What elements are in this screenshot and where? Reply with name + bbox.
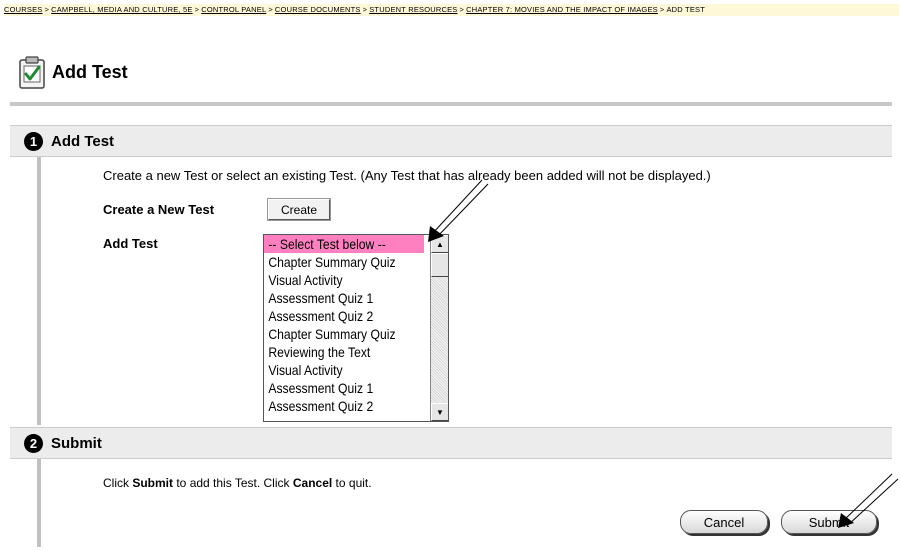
breadcrumb-separator: > <box>362 5 368 14</box>
submit-text-pre: Click <box>103 476 133 490</box>
checklist-icon <box>19 56 45 89</box>
test-option[interactable]: Chapter Summary Quiz <box>264 325 424 343</box>
breadcrumb-student-resources[interactable]: STUDENT RESOURCES <box>369 5 457 14</box>
breadcrumb-courses[interactable]: COURSES <box>4 5 43 14</box>
scroll-down-icon[interactable]: ▼ <box>431 403 448 421</box>
test-option[interactable]: Reviewing the Text <box>264 343 424 361</box>
test-select-list[interactable]: -- Select Test below -- Chapter Summary … <box>263 234 449 422</box>
submit-instructions: Click Submit to add this Test. Click Can… <box>103 476 372 490</box>
breadcrumb-course[interactable]: CAMPBELL, MEDIA AND CULTURE, 5E <box>51 5 193 14</box>
page-header: Add Test <box>18 54 128 90</box>
create-button[interactable]: Create <box>268 199 330 220</box>
section-2-rule <box>37 459 41 547</box>
test-option[interactable]: Visual Activity <box>264 271 424 289</box>
breadcrumb: COURSES > CAMPBELL, MEDIA AND CULTURE, 5E >… <box>4 4 899 16</box>
breadcrumb-control-panel[interactable]: CONTROL PANEL <box>201 5 266 14</box>
breadcrumb-current: ADD TEST <box>666 5 706 14</box>
test-option[interactable]: Visual Activity <box>264 361 424 379</box>
test-option[interactable]: Assessment Quiz 1 <box>264 379 424 397</box>
test-option[interactable]: Assessment Quiz 1 <box>264 289 424 307</box>
cancel-button[interactable]: Cancel <box>680 510 768 534</box>
submit-text-submit: Submit <box>132 476 174 490</box>
pointer-arrow-icon <box>428 179 489 242</box>
pointer-arrow-icon <box>838 473 899 528</box>
submit-text-post: to quit. <box>332 476 372 490</box>
section-submit-title: Submit <box>51 434 102 452</box>
breadcrumb-separator: > <box>194 5 200 14</box>
breadcrumb-separator: > <box>659 5 665 14</box>
breadcrumb-course-documents[interactable]: COURSE DOCUMENTS <box>275 5 361 14</box>
scroll-thumb[interactable] <box>431 253 448 277</box>
section-submit-header: 2 Submit <box>10 427 892 459</box>
page-title: Add Test <box>52 61 128 82</box>
add-test-label: Add Test <box>103 236 158 251</box>
breadcrumb-separator: > <box>44 5 50 14</box>
step-2-badge: 2 <box>24 433 43 453</box>
step-1-badge: 1 <box>24 131 43 151</box>
create-new-test-label: Create a New Test <box>103 202 215 217</box>
test-option[interactable]: Chapter Summary Quiz <box>264 253 424 271</box>
breadcrumb-chapter-7[interactable]: CHAPTER 7: MOVIES AND THE IMPACT OF IMAG… <box>466 5 658 14</box>
test-option[interactable]: Assessment Quiz 2 <box>264 397 424 415</box>
add-test-instructions: Create a new Test or select an existing … <box>103 168 711 183</box>
test-option-selected[interactable]: -- Select Test below -- <box>264 235 424 253</box>
section-1-rule <box>37 157 41 425</box>
submit-text-cancel: Cancel <box>292 476 333 490</box>
section-add-test-header: 1 Add Test <box>10 125 892 157</box>
test-option[interactable]: Assessment Quiz 2 <box>264 307 424 325</box>
section-add-test-title: Add Test <box>51 132 115 150</box>
list-scrollbar[interactable]: ▲ ▼ <box>430 235 448 421</box>
submit-text-mid: to add this Test. Click <box>173 476 293 490</box>
breadcrumb-separator: > <box>268 5 273 14</box>
breadcrumb-separator: > <box>459 5 465 14</box>
title-divider <box>10 102 892 106</box>
